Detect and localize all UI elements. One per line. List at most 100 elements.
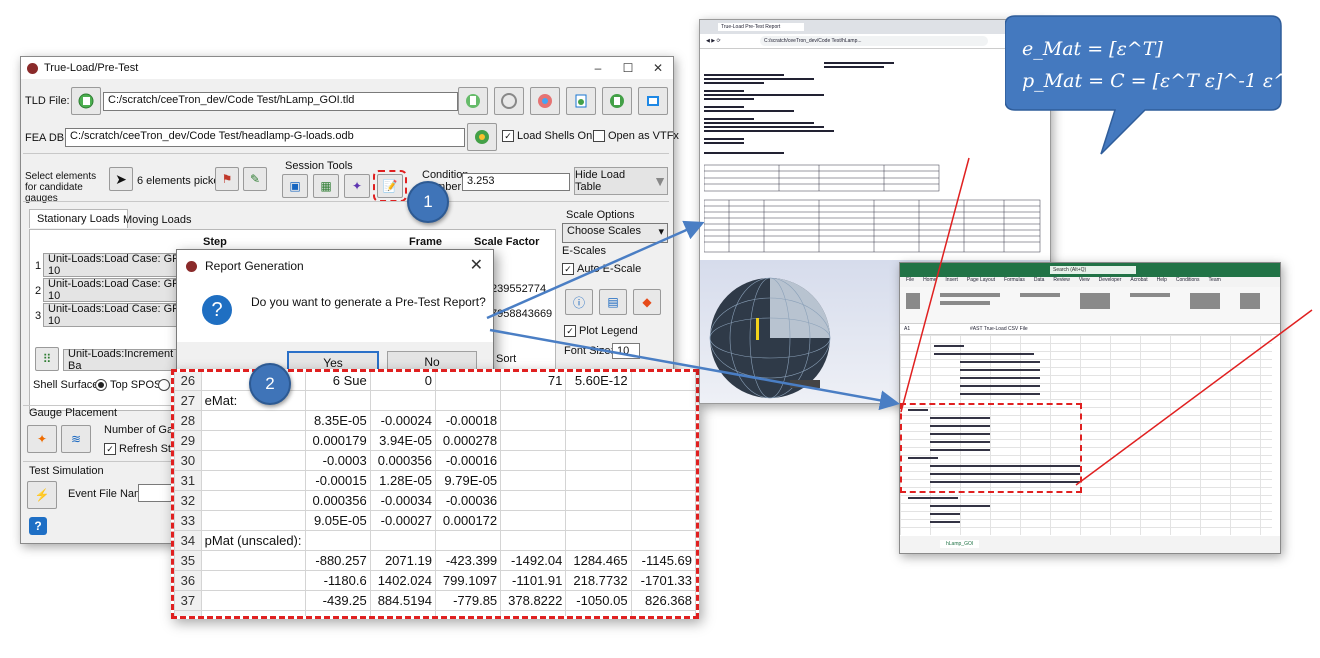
spreadsheet-cell[interactable] bbox=[200, 570, 306, 591]
spreadsheet-cell[interactable] bbox=[565, 470, 632, 491]
auto-e-scale-checkbox[interactable]: ✓ Auto E-Scale bbox=[562, 263, 641, 276]
spreadsheet-cell[interactable] bbox=[630, 470, 696, 491]
spreadsheet-cell[interactable]: -779.85 bbox=[434, 590, 502, 611]
spreadsheet-cell[interactable] bbox=[304, 610, 371, 616]
spreadsheet-cell[interactable]: -0.00015 bbox=[304, 470, 371, 491]
row-header[interactable]: 35 bbox=[174, 550, 202, 571]
row-header[interactable]: 30 bbox=[174, 450, 202, 471]
menu-file[interactable]: File bbox=[906, 277, 914, 287]
sort-label[interactable]: Sort bbox=[496, 353, 516, 365]
spreadsheet-cell[interactable]: -0.00024 bbox=[369, 410, 436, 431]
spreadsheet-cell[interactable]: 5.60E-12 bbox=[565, 372, 632, 391]
sheet-tab[interactable]: hLamp_GOI bbox=[940, 540, 980, 548]
menu-review[interactable]: Review bbox=[1053, 277, 1069, 287]
optimize-gauges-button[interactable]: ≋ bbox=[61, 425, 91, 453]
spreadsheet-cell[interactable]: 0.000356 bbox=[304, 490, 371, 511]
spreadsheet-cell[interactable] bbox=[200, 550, 306, 571]
spreadsheet-cell[interactable] bbox=[630, 390, 696, 411]
spreadsheet-cell[interactable] bbox=[500, 390, 567, 411]
spreadsheet-cell[interactable]: -439.25 bbox=[304, 590, 371, 611]
spreadsheet-cell[interactable]: -0.00016 bbox=[434, 450, 502, 471]
spreadsheet-cell[interactable]: -0.00036 bbox=[434, 490, 502, 511]
session-tool-3[interactable]: ✦ bbox=[344, 174, 370, 198]
spreadsheet-cell[interactable]: -1050.05 bbox=[565, 590, 632, 611]
spreadsheet-cell[interactable] bbox=[565, 610, 632, 616]
spreadsheet-cell[interactable] bbox=[200, 590, 306, 611]
menu-help[interactable]: Help bbox=[1157, 277, 1167, 287]
row-header[interactable]: 27 bbox=[174, 390, 202, 411]
brush-tool-button[interactable]: ✎ bbox=[243, 167, 267, 191]
menu-insert[interactable]: Insert bbox=[945, 277, 958, 287]
row-header[interactable]: 31 bbox=[174, 470, 202, 491]
spreadsheet-cell[interactable] bbox=[434, 372, 502, 391]
spreadsheet-cell[interactable]: 2071.19 bbox=[369, 550, 436, 571]
menu-home[interactable]: Home bbox=[923, 277, 936, 287]
scale-tool-3[interactable]: ◆ bbox=[633, 289, 661, 315]
spreadsheet-cell[interactable]: -0.00018 bbox=[434, 410, 502, 431]
spreadsheet-cell[interactable] bbox=[200, 410, 306, 431]
tld-open-button[interactable] bbox=[71, 87, 101, 115]
spreadsheet-cell[interactable]: -1101.91 bbox=[500, 570, 567, 591]
pick-tool-button[interactable]: ⚑ bbox=[215, 167, 239, 191]
hide-load-table-button[interactable]: Hide Load Table ▼ bbox=[574, 167, 668, 195]
spreadsheet-cell[interactable] bbox=[630, 490, 696, 511]
row-header[interactable]: 34 bbox=[174, 530, 202, 551]
tld-compute-button[interactable] bbox=[530, 87, 560, 115]
tld-load-button[interactable] bbox=[458, 87, 488, 115]
spreadsheet-cell[interactable] bbox=[200, 510, 306, 531]
row-header[interactable]: 28 bbox=[174, 410, 202, 431]
spreadsheet-cell[interactable] bbox=[434, 390, 502, 411]
spreadsheet-cell[interactable]: 1402.024 bbox=[369, 570, 436, 591]
spreadsheet-cell[interactable] bbox=[565, 410, 632, 431]
spreadsheet-cell[interactable] bbox=[500, 510, 567, 531]
font-size-select[interactable]: 10 bbox=[612, 343, 640, 359]
spreadsheet-cell[interactable] bbox=[500, 490, 567, 511]
row-header[interactable]: 29 bbox=[174, 430, 202, 451]
spreadsheet-cell[interactable] bbox=[630, 510, 696, 531]
spreadsheet-cell[interactable] bbox=[565, 530, 632, 551]
spreadsheet-cell[interactable]: 9.79E-05 bbox=[434, 470, 502, 491]
close-icon[interactable]: ✕ bbox=[643, 61, 673, 75]
spreadsheet-cell[interactable] bbox=[200, 430, 306, 451]
address-field[interactable]: C:/scratch/ceeTron_dev/Code Test/hLamp..… bbox=[760, 36, 988, 46]
spreadsheet-cell[interactable] bbox=[304, 390, 371, 411]
tld-save-button[interactable] bbox=[566, 87, 596, 115]
spreadsheet-cell[interactable] bbox=[565, 450, 632, 471]
spreadsheet-cell[interactable]: -880.257 bbox=[304, 550, 371, 571]
row-header[interactable]: 38 bbox=[174, 610, 202, 616]
spreadsheet-cell[interactable] bbox=[369, 390, 436, 411]
menu-view[interactable]: View bbox=[1079, 277, 1090, 287]
increment-icon-button[interactable]: ⠿ bbox=[35, 347, 59, 371]
spreadsheet-cell[interactable]: -1180.6 bbox=[304, 570, 371, 591]
spreadsheet-cell[interactable]: 9.05E-05 bbox=[304, 510, 371, 531]
spreadsheet-cell[interactable]: 378.8222 bbox=[500, 590, 567, 611]
spreadsheet-cell[interactable] bbox=[630, 530, 696, 551]
session-tool-2[interactable]: ▦ bbox=[313, 174, 339, 198]
spreadsheet-cell[interactable]: 6 Sue bbox=[304, 372, 371, 391]
spreadsheet-cell[interactable]: -1492.04 bbox=[500, 550, 567, 571]
menu-page-layout[interactable]: Page Layout bbox=[967, 277, 995, 287]
spreadsheet-cell[interactable] bbox=[500, 610, 567, 616]
spreadsheet-cell[interactable]: 0.000179 bbox=[304, 430, 371, 451]
top-spos-radio[interactable]: Top SPOS bbox=[95, 379, 161, 392]
spreadsheet-cell[interactable]: 8.35E-05 bbox=[304, 410, 371, 431]
spreadsheet-cell[interactable]: 71 bbox=[500, 372, 567, 391]
spreadsheet-cell[interactable] bbox=[565, 430, 632, 451]
spreadsheet-cell[interactable] bbox=[630, 372, 696, 391]
spreadsheet-cell[interactable] bbox=[500, 470, 567, 491]
spreadsheet-cell[interactable]: 826.368 bbox=[630, 590, 696, 611]
excel-search[interactable]: Search (Alt+Q) bbox=[1050, 266, 1136, 274]
spreadsheet-cell[interactable] bbox=[500, 430, 567, 451]
session-tool-1[interactable]: ▣ bbox=[282, 174, 308, 198]
increment-step[interactable]: Unit-Loads:Increment 0: Ba bbox=[63, 348, 189, 372]
menu-acrobat[interactable]: Acrobat bbox=[1130, 277, 1147, 287]
report-button[interactable]: 📝 bbox=[373, 170, 407, 202]
spreadsheet-cell[interactable] bbox=[500, 530, 567, 551]
spreadsheet-cell[interactable]: -0.00027 bbox=[369, 510, 436, 531]
row-header[interactable]: 33 bbox=[174, 510, 202, 531]
row-header[interactable]: 36 bbox=[174, 570, 202, 591]
tld-reset-button[interactable] bbox=[494, 87, 524, 115]
spreadsheet-cell[interactable] bbox=[630, 610, 696, 616]
spreadsheet-cell[interactable] bbox=[565, 390, 632, 411]
maximize-icon[interactable]: ☐ bbox=[613, 61, 643, 75]
